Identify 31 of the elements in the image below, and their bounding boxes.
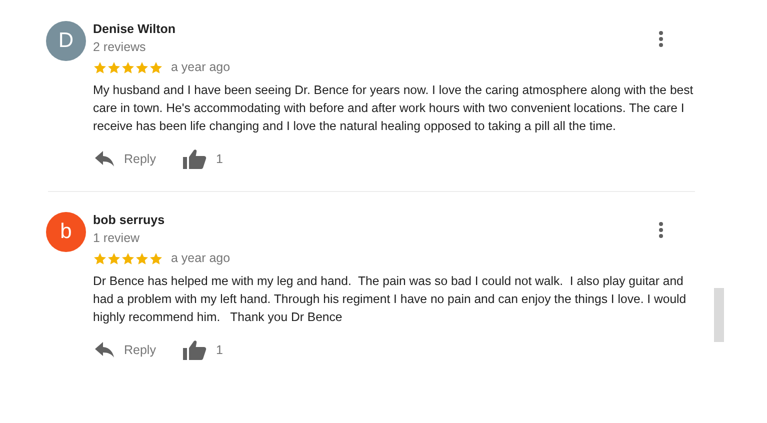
avatar: b — [46, 212, 86, 252]
reply-button[interactable]: Reply — [94, 150, 156, 168]
review-count: 2 reviews — [93, 39, 146, 56]
thumbs-up-icon — [182, 149, 207, 169]
scrollbar-thumb[interactable] — [714, 288, 724, 342]
avatar: D — [46, 21, 86, 61]
reviewer-name[interactable]: bob serruys — [93, 212, 165, 229]
star-icon — [149, 60, 163, 74]
like-button[interactable]: 1 — [182, 149, 223, 169]
star-icon — [107, 60, 121, 74]
star-icon — [135, 60, 149, 74]
thumbs-up-icon — [182, 340, 207, 360]
star-icon — [107, 252, 121, 266]
review-text: My husband and I have been seeing Dr. Bence for years now. I love the caring atmosphere along with the best care in town. He's accommodating with before and after work hours with two convenient locations. The care I receive has been life changing and I love the natural healing opposed to taking a pill all the time. — [93, 82, 694, 135]
review-count: 1 review — [93, 230, 140, 247]
reply-icon — [94, 151, 116, 167]
review-time: a year ago — [171, 250, 230, 268]
reply-button[interactable]: Reply — [94, 340, 156, 360]
star-icon — [121, 60, 135, 74]
star-icon — [93, 60, 107, 74]
star-icon — [135, 252, 149, 266]
star-icon — [93, 252, 107, 266]
more-options-icon[interactable] — [659, 222, 663, 238]
review-time: a year ago — [171, 59, 230, 76]
star-icon — [149, 252, 163, 266]
review-text: Dr Bence has helped me with my leg and hand. The pain was so bad I could not walk. I also play guitar and had a problem with my left hand. Through his regiment I have no pain and can enjoy the things I love. I would highly recommend him. Thank you Dr Bence — [93, 273, 688, 326]
star-icon — [121, 252, 135, 266]
like-button[interactable]: 1 — [182, 340, 223, 360]
reviewer-name[interactable]: Denise Wilton — [93, 21, 176, 38]
more-options-icon[interactable] — [659, 31, 663, 47]
reply-icon — [94, 342, 116, 358]
